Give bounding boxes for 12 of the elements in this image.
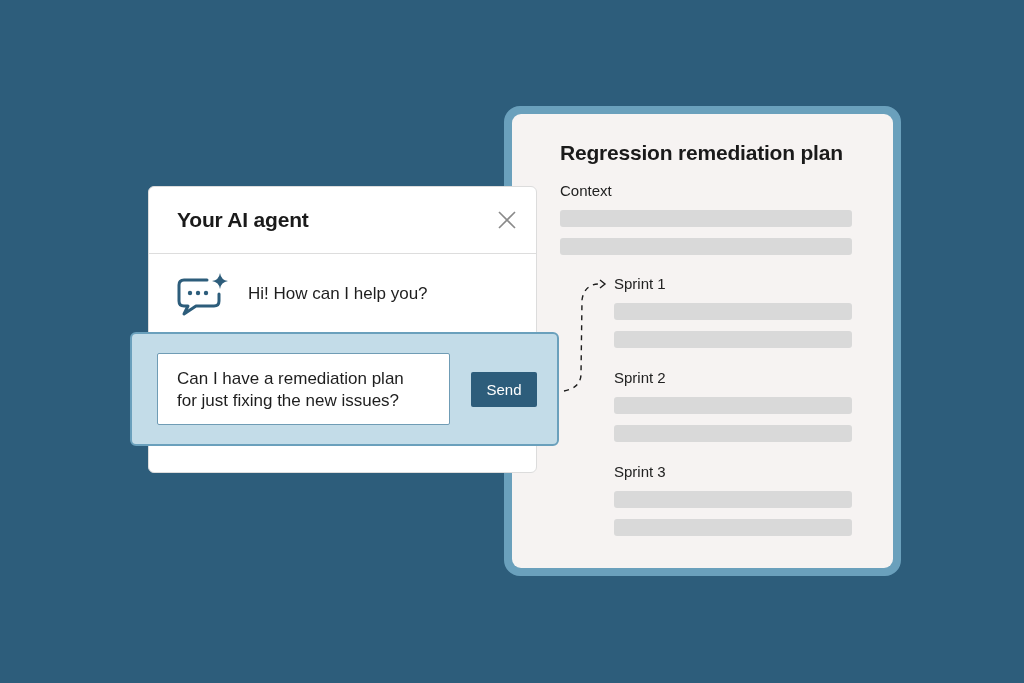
close-button[interactable] xyxy=(498,211,516,229)
section-heading: Sprint 3 xyxy=(614,463,667,481)
section-heading: Sprint 1 xyxy=(614,275,667,293)
send-button[interactable]: Send xyxy=(471,371,537,407)
message-input[interactable]: Can I have a remediation plan for just fixing the new issues? xyxy=(157,353,450,425)
chat-title: Your AI agent xyxy=(177,208,309,232)
chat-message: Hi! How can I help you? xyxy=(248,284,428,304)
section-heading: Context xyxy=(560,182,613,200)
close-icon xyxy=(498,211,516,229)
section-heading: Sprint 2 xyxy=(614,369,667,387)
document-title: Regression remediation plan xyxy=(560,140,844,166)
chat-bubble-sparkle-icon xyxy=(177,272,229,316)
